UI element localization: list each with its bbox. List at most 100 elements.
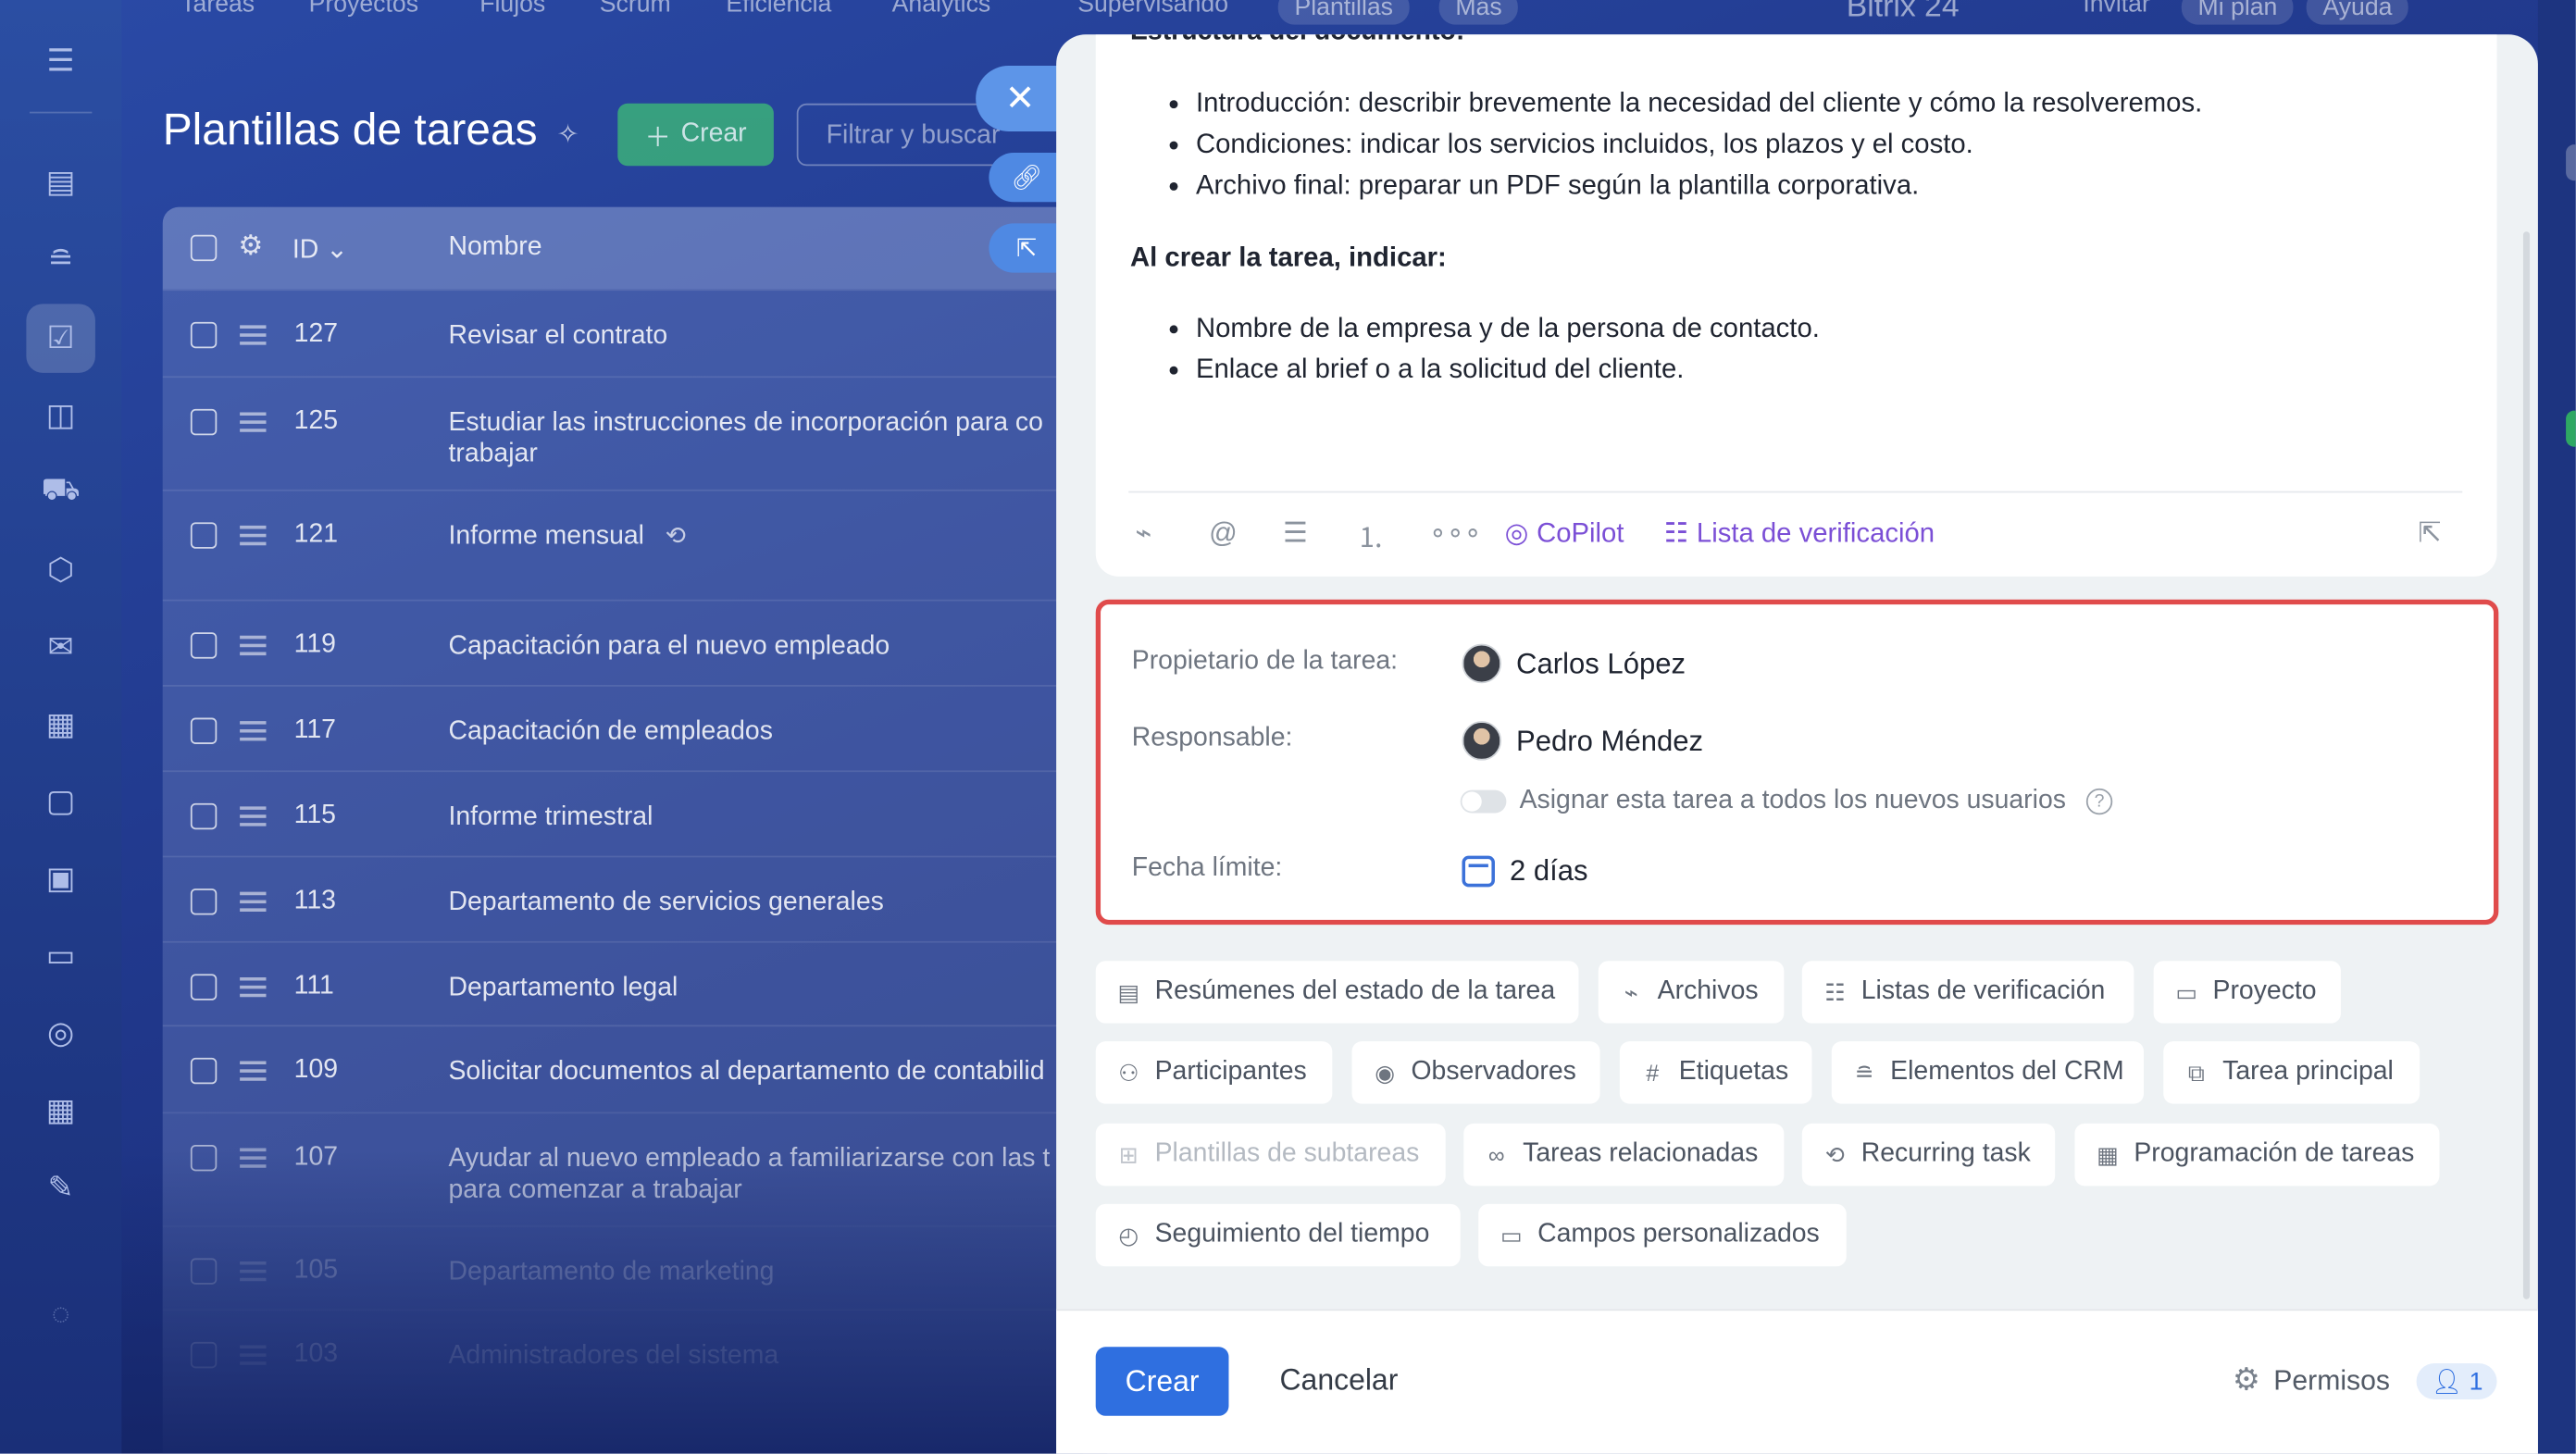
table-row[interactable]: 111 Departamento legal [162, 940, 1083, 1025]
pin-icon[interactable]: ✧ [557, 118, 579, 151]
document-icon[interactable]: ▢ [36, 777, 85, 826]
settings-icon[interactable]: ◌ [36, 1291, 85, 1340]
drag-handle-icon[interactable] [240, 525, 267, 546]
row-checkbox[interactable] [190, 632, 218, 659]
bullet-list-icon[interactable]: ☰ [1283, 514, 1308, 553]
drag-handle-icon[interactable] [240, 412, 267, 432]
nav-eficiencia[interactable]: Eficiencia [726, 0, 831, 19]
chip-hash[interactable]: # Etiquetas [1619, 1041, 1812, 1104]
board-icon[interactable]: ▣ [36, 854, 85, 903]
menu-icon[interactable]: ☰ [36, 36, 85, 85]
nav-mas[interactable]: Más [1438, 0, 1519, 25]
nav-mi-plan[interactable]: Mi plan [2181, 0, 2295, 25]
select-all-checkbox[interactable] [190, 234, 218, 262]
drag-handle-icon[interactable] [240, 325, 267, 345]
paperclip-icon[interactable]: ⌁ [1135, 514, 1151, 553]
sign-icon[interactable]: ✎ [36, 1162, 85, 1212]
chip-fields[interactable]: ▭ Campos personalizados [1478, 1203, 1847, 1267]
table-row[interactable]: 121 Informe mensual ⟲ [162, 489, 1083, 600]
table-row[interactable]: 125 Estudiar las instrucciones de incorpo… [162, 376, 1083, 489]
drag-handle-icon[interactable] [240, 721, 267, 741]
panel-scrollbar[interactable] [2522, 231, 2531, 1299]
chip-eye[interactable]: ◉ Observadores [1351, 1041, 1600, 1104]
nav-tareas[interactable]: Tareas [180, 0, 255, 19]
tasks-icon[interactable]: ☑ [26, 304, 95, 373]
row-name[interactable]: Informe mensual [448, 521, 1059, 553]
nav-ayuda[interactable]: Ayuda [2306, 0, 2409, 25]
copilot-button[interactable]: ◎ CoPilot [1505, 514, 1624, 553]
nav-flujos[interactable]: Flujos [479, 0, 545, 19]
table-row[interactable]: 115 Informe trimestral [162, 770, 1083, 855]
chip-summary[interactable]: ▤ Resúmenes del estado de la tarea [1095, 961, 1579, 1024]
cart-icon[interactable]: ⛟ [36, 468, 85, 517]
row-name[interactable]: Solicitar documentos al departamento de … [448, 1056, 1059, 1087]
table-row[interactable]: 109 Solicitar documentos al departamento … [162, 1025, 1083, 1112]
drag-handle-icon[interactable] [240, 806, 267, 826]
drag-handle-icon[interactable] [240, 891, 267, 912]
planner-icon[interactable]: ▦ [36, 1086, 85, 1135]
owner-selector[interactable]: Carlos López [1462, 643, 1686, 684]
close-panel-button[interactable]: ✕ [976, 65, 1065, 131]
row-checkbox[interactable] [190, 889, 218, 915]
mail-icon[interactable]: ✉ [36, 623, 85, 672]
table-row[interactable]: 119 Capacitación para el nuevo empleado [162, 599, 1083, 685]
row-checkbox[interactable] [190, 522, 218, 549]
target-icon[interactable]: ◎ [36, 1009, 85, 1058]
nav-analytics[interactable]: Analytics [892, 0, 991, 19]
chip-schedule[interactable]: ▦ Programación de tareas [2074, 1123, 2440, 1187]
numbered-list-icon[interactable]: ⒈ [1357, 514, 1385, 553]
calendar-icon[interactable]: ▦ [36, 700, 85, 749]
cancel-button[interactable]: Cancelar [1279, 1363, 1398, 1398]
assign-all-toggle[interactable] [1460, 789, 1507, 814]
row-checkbox[interactable] [190, 321, 218, 349]
mention-icon[interactable]: @ [1209, 514, 1238, 553]
more-icon[interactable]: ∘∘∘ [1429, 514, 1482, 553]
row-checkbox[interactable] [190, 1057, 218, 1085]
responsible-selector[interactable]: Pedro Méndez [1462, 721, 1703, 761]
row-name[interactable]: Revisar el contrato [448, 320, 1059, 352]
create-template-button[interactable]: ＋ Crear [617, 103, 774, 167]
nav-plantillas[interactable]: Plantillas [1277, 0, 1410, 25]
chip-stopwatch[interactable]: ◴ Seguimiento del tiempo [1095, 1203, 1461, 1267]
drag-handle-icon[interactable] [240, 635, 267, 656]
help-icon[interactable]: ? [2085, 788, 2113, 815]
row-checkbox[interactable] [190, 408, 218, 436]
chip-person[interactable]: ⚇ Participantes [1095, 1041, 1333, 1104]
drive-icon[interactable]: ▭ [36, 931, 85, 980]
chip-folder[interactable]: ▭ Proyecto [2153, 961, 2341, 1024]
row-name[interactable]: Capacitación de empleados [448, 716, 1059, 748]
open-new-window-button[interactable]: ⇱ [989, 223, 1065, 273]
row-checkbox[interactable] [190, 974, 218, 1000]
column-id[interactable]: ID ⌄ [292, 233, 348, 266]
expand-editor-icon[interactable]: ⇱ [2418, 514, 2441, 553]
drag-handle-icon[interactable] [240, 976, 267, 998]
row-name[interactable]: Departamento de servicios generales [448, 887, 1059, 918]
chip-checklist[interactable]: ☷ Listas de verificación [1801, 961, 2134, 1024]
chip-repeat[interactable]: ⟲ Recurring task [1801, 1123, 2056, 1187]
nav-proyectos[interactable]: Proyectos [309, 0, 418, 19]
chip-link[interactable]: ∞ Tareas relacionadas [1463, 1123, 1785, 1187]
nav-supervisando[interactable]: Supervisando [1077, 0, 1228, 19]
drag-handle-icon[interactable] [240, 1061, 267, 1081]
row-name[interactable]: Estudiar las instrucciones de incorporac… [448, 407, 1059, 469]
gear-icon[interactable]: ⚙ [238, 230, 263, 262]
nav-scrum[interactable]: Scrum [600, 0, 671, 19]
deadline-selector[interactable]: 2 días [1462, 854, 1588, 889]
row-checkbox[interactable] [190, 717, 218, 744]
table-row[interactable]: 113 Departamento de servicios generales [162, 855, 1083, 941]
shield-icon[interactable]: ⬡ [36, 545, 85, 594]
chat-icon[interactable]: ◫ [36, 391, 85, 440]
permissions-button[interactable]: ⚙ Permisos 👤︎ 1 [2233, 1361, 2498, 1399]
nav-invitar[interactable]: Invitar [2083, 0, 2150, 19]
row-name[interactable]: Capacitación para el nuevo empleado [448, 630, 1059, 662]
table-row[interactable]: 127 Revisar el contrato [162, 289, 1083, 376]
column-name[interactable]: Nombre [448, 233, 541, 263]
chip-paperclip[interactable]: ⌁ Archivos [1598, 961, 1785, 1024]
funnel-icon[interactable]: ≘ [36, 235, 85, 284]
create-button[interactable]: Crear [1095, 1347, 1229, 1416]
row-name[interactable]: Departamento legal [448, 973, 1059, 1004]
feed-icon[interactable]: ▤ [36, 157, 85, 206]
copy-link-button[interactable]: 🔗︎ [989, 153, 1065, 203]
chip-subtask[interactable]: ⊞ Plantillas de subtareas [1095, 1123, 1446, 1187]
chip-crm[interactable]: ≘ Elementos del CRM [1831, 1041, 2144, 1104]
